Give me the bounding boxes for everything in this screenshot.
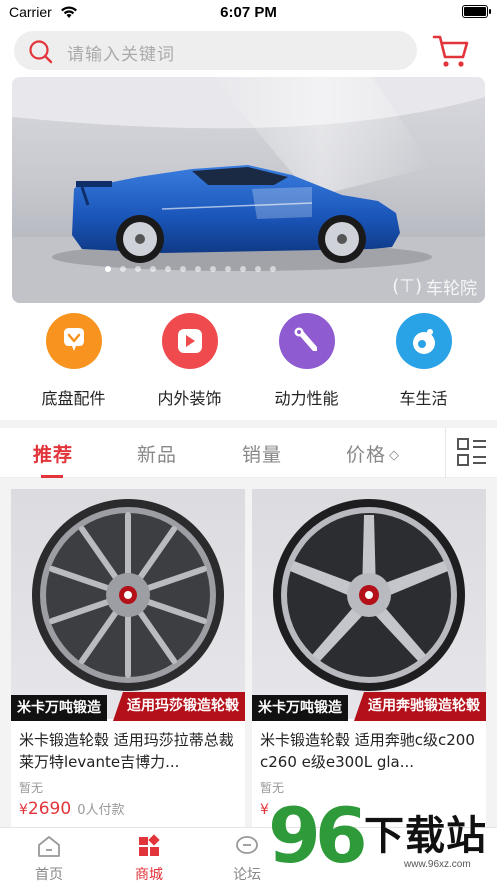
layout-toggle-button[interactable] — [445, 428, 497, 478]
cart-icon[interactable] — [432, 33, 470, 73]
pagination-dot[interactable] — [120, 266, 126, 272]
pagination-dot[interactable] — [165, 266, 171, 272]
currency-symbol: ¥ — [19, 802, 28, 818]
wheel-image — [273, 499, 465, 691]
logo-text: 下载站 — [364, 813, 487, 859]
product-price: ¥2690 0人付款 — [19, 799, 124, 819]
battery-icon — [462, 5, 491, 18]
product-title: 米卡锻造轮毂 适用奔驰c级c200 c260 e级e300L gla... — [260, 731, 475, 771]
forum-icon — [236, 836, 258, 854]
pagination-dot[interactable] — [255, 266, 261, 272]
tab-recommend[interactable]: 推荐 — [33, 440, 73, 467]
pagination-dot[interactable] — [180, 266, 186, 272]
banner-watermark: (⊤) 车轮院 — [392, 274, 477, 299]
category-interior-exterior[interactable]: 内外装饰 — [131, 313, 248, 409]
home-icon — [38, 836, 60, 857]
site-watermark-logo: 96 下载站 www.96xz.com — [268, 793, 497, 883]
pagination-dot[interactable] — [225, 266, 231, 272]
category-label: 车生活 — [399, 389, 448, 408]
search-input[interactable]: 请输入关键词 — [67, 40, 175, 65]
product-image — [11, 489, 245, 719]
category-car-life[interactable]: 车生活 — [365, 313, 482, 409]
category-label: 动力性能 — [274, 389, 339, 408]
sold-count: 0人付款 — [77, 803, 125, 818]
search-icon — [28, 39, 54, 69]
category-chassis-parts[interactable]: 底盘配件 — [15, 313, 132, 409]
clock: 6:07 PM — [220, 4, 277, 21]
sort-tabs: 推荐 新品 销量 价格 ◇ — [0, 428, 497, 478]
tab-new[interactable]: 新品 — [137, 440, 177, 467]
fitment-tag: 适用奔驰锻造轮毂 — [354, 692, 486, 721]
list-grid-icon — [457, 438, 486, 466]
brand-tag: 米卡万吨锻造 — [11, 695, 107, 721]
watermark-text: 车轮院 — [426, 279, 477, 299]
pagination-dot[interactable] — [210, 266, 216, 272]
tab-sales[interactable]: 销量 — [242, 440, 282, 467]
pagination-dot[interactable] — [240, 266, 246, 272]
sort-arrows-icon: ◇ — [389, 448, 401, 463]
logo-url: www.96xz.com — [404, 859, 471, 870]
product-title: 米卡锻造轮毂 适用玛莎拉蒂总裁莱万特levante吉博力... — [19, 731, 234, 771]
wheel-image — [32, 499, 224, 691]
tab-price[interactable]: 价格 ◇ — [346, 440, 400, 467]
chat-bubble-icon — [45, 313, 102, 369]
tabbar-mall[interactable]: 商城 — [109, 834, 189, 883]
watermark-logo-icon: (⊤) — [392, 276, 422, 297]
pagination-dot[interactable] — [135, 266, 141, 272]
search-bar[interactable]: 请输入关键词 — [14, 31, 417, 70]
product-card[interactable]: 米卡万吨锻造 适用玛莎锻造轮毂 米卡锻造轮毂 适用玛莎拉蒂总裁莱万特levant… — [11, 489, 245, 827]
logo-number: 96 — [268, 791, 368, 880]
tab-price-label: 价格 — [346, 444, 387, 466]
category-performance[interactable]: 动力性能 — [248, 313, 365, 409]
play-icon — [161, 313, 218, 369]
tabbar-home[interactable]: 首页 — [9, 834, 89, 883]
section-divider — [0, 420, 497, 428]
product-subtitle: 暂无 — [19, 781, 44, 795]
price-value: 2690 — [27, 799, 72, 819]
tabbar-label: 商城 — [135, 867, 163, 883]
mall-icon — [139, 834, 160, 856]
category-row: 底盘配件 内外装饰 动力性能 车生活 — [0, 313, 497, 420]
banner-pagination — [105, 266, 276, 272]
tabbar-label: 首页 — [35, 867, 63, 883]
pagination-dot[interactable] — [150, 266, 156, 272]
wrench-icon — [278, 313, 335, 369]
category-label: 内外装饰 — [157, 389, 222, 408]
lifestyle-icon — [395, 313, 452, 369]
pagination-dot[interactable] — [105, 266, 111, 272]
brand-tag: 米卡万吨锻造 — [252, 695, 348, 721]
product-image — [252, 489, 486, 719]
fitment-tag: 适用玛莎锻造轮毂 — [113, 692, 245, 721]
status-bar: Carrier 6:07 PM — [0, 0, 497, 26]
pagination-dot[interactable] — [195, 266, 201, 272]
product-card[interactable]: 米卡万吨锻造 适用奔驰锻造轮毂 米卡锻造轮毂 适用奔驰c级c200 c260 e… — [252, 489, 486, 827]
category-label: 底盘配件 — [41, 389, 106, 408]
pagination-dot[interactable] — [270, 266, 276, 272]
promo-banner[interactable]: (⊤) 车轮院 — [12, 77, 485, 303]
